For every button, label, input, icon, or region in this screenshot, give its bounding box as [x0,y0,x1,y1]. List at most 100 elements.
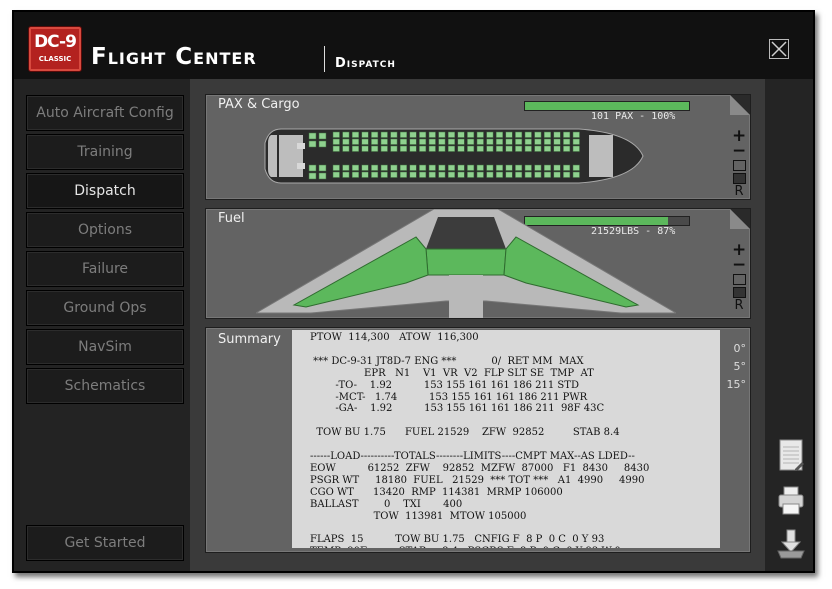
panel-corner-icon [730,95,750,115]
sidebar-item-schematics[interactable]: Schematics [26,368,184,404]
passenger-seat [447,131,455,138]
fuel-empty-button[interactable] [732,274,746,285]
passenger-seat [476,171,484,178]
cabin-seat-map [264,128,644,184]
passenger-seat [572,138,580,145]
passenger-seat [572,171,580,178]
passenger-seat [457,145,465,152]
sidebar-item-navsim[interactable]: NavSim [26,329,184,365]
passenger-seat [399,171,407,178]
passenger-seat [399,145,407,152]
passenger-seat [467,131,475,138]
passenger-seat [476,164,484,171]
get-started-button[interactable]: Get Started [26,525,184,561]
passenger-seat [409,171,417,178]
flaps-0-option[interactable]: 0° [734,342,747,355]
passenger-seat [486,145,494,152]
sidebar-item-ground-ops[interactable]: Ground Ops [26,290,184,326]
close-button[interactable] [769,39,789,59]
passenger-seat [419,171,427,178]
sidebar-item-training[interactable]: Training [26,134,184,170]
sidebar-item-auto-aircraft-config[interactable]: Auto Aircraft Config [26,95,184,131]
sidebar-item-options[interactable]: Options [26,212,184,248]
pax-remove-button[interactable]: − [732,143,746,160]
download-icon[interactable] [777,529,805,559]
passenger-seat [505,131,513,138]
pax-controls: + − R [732,128,746,200]
passenger-seat [438,131,446,138]
fuel-panel: Fuel 21529LBS - 87% + − R [205,208,751,319]
passenger-seat [342,171,350,178]
passenger-seat [505,138,513,145]
passenger-seat [438,171,446,178]
passenger-seat [342,131,350,138]
pax-load-readout: 101 PAX - 100% [591,111,676,122]
passenger-seat [486,164,494,171]
passenger-seat [428,138,436,145]
app-title: Flight Center [91,44,257,70]
passenger-seat [524,164,532,171]
pax-full-button[interactable] [732,173,746,184]
passenger-seat [553,145,561,152]
passenger-seat [486,171,494,178]
sidebar-item-dispatch[interactable]: Dispatch [26,173,184,209]
passenger-seat [572,131,580,138]
passenger-seat [332,171,340,178]
passenger-seat [467,171,475,178]
passenger-seat [553,138,561,145]
passenger-seat [390,138,398,145]
passenger-seat [534,131,542,138]
pax-empty-button[interactable] [732,160,746,171]
passenger-seat [428,131,436,138]
passenger-seat [428,164,436,171]
fuel-random-button[interactable]: R [732,298,746,313]
pax-load-bar-fill [525,102,689,110]
passenger-seat [563,164,571,171]
passenger-seat [486,131,494,138]
passenger-seat [467,138,475,145]
passenger-seat [409,131,417,138]
passenger-seat [476,138,484,145]
passenger-seat [467,145,475,152]
pax-random-button[interactable]: R [732,184,746,199]
fuel-tank-diagram [256,209,676,318]
passenger-seat [361,164,369,171]
passenger-seat [361,138,369,145]
passenger-seat [351,171,359,178]
flight-center-window: DC-9 CLASSIC Flight Center Dispatch Auto… [12,10,815,573]
passenger-seat [361,145,369,152]
passenger-seat [524,131,532,138]
passenger-seat [308,132,317,140]
fuel-full-button[interactable] [732,287,746,298]
pax-cargo-label: PAX & Cargo [218,97,300,112]
passenger-seat [543,145,551,152]
logo-text: DC-9 [34,32,77,52]
passenger-seat [524,171,532,178]
passenger-seat [399,131,407,138]
passenger-seat [419,145,427,152]
passenger-seat [534,171,542,178]
passenger-seat [534,164,542,171]
passenger-seat [553,171,561,178]
passenger-seat [534,138,542,145]
flaps-5-option[interactable]: 5° [734,360,747,373]
passenger-seat [332,145,340,152]
passenger-seat [438,164,446,171]
passenger-seat [495,138,503,145]
flaps-15-option[interactable]: 15° [727,378,747,391]
summary-panel: Summary PTOW 114,300 ATOW 116,300 *** DC… [205,327,751,553]
main-content: PAX & Cargo 101 PAX - 100% + − R Fuel 21… [190,79,765,571]
fuel-remove-button[interactable]: − [732,257,746,274]
sidebar-item-failure[interactable]: Failure [26,251,184,287]
passenger-seat [553,164,561,171]
passenger-seat [419,138,427,145]
passenger-seat [543,138,551,145]
passenger-seat [428,145,436,152]
passenger-seat [390,145,398,152]
passenger-seat [371,171,379,178]
pax-cargo-panel: PAX & Cargo 101 PAX - 100% + − R [205,94,751,200]
passenger-seat [419,164,427,171]
pax-load-bar [524,101,690,111]
notepad-icon[interactable] [777,438,805,474]
printer-icon[interactable] [777,486,805,516]
